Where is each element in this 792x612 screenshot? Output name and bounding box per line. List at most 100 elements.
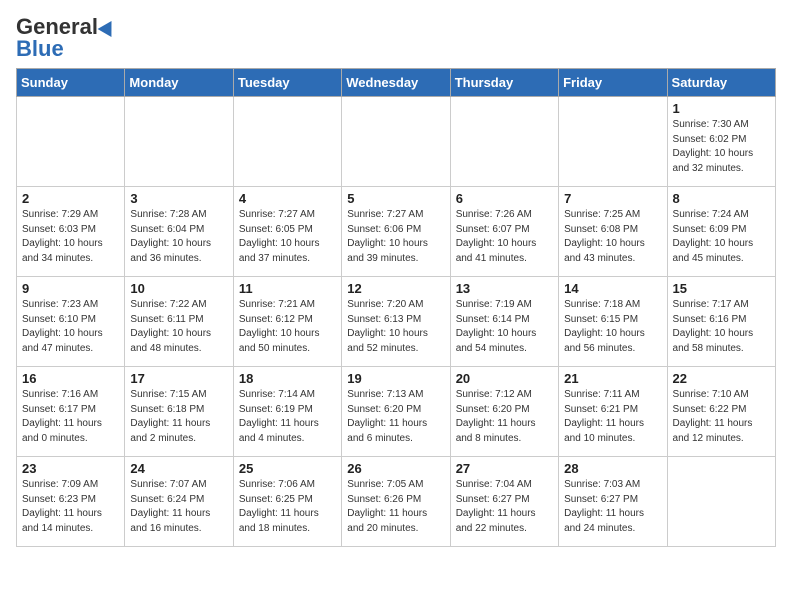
- column-header-tuesday: Tuesday: [233, 69, 341, 97]
- calendar-cell: 17 Sunrise: 7:15 AM Sunset: 6:18 PM Dayli…: [125, 367, 233, 457]
- day-info: Sunrise: 7:04 AM Sunset: 6:27 PM Dayligh…: [456, 478, 553, 536]
- day-info: Sunrise: 7:19 AM Sunset: 6:14 PM Dayligh…: [456, 298, 553, 356]
- calendar-cell: 1 Sunrise: 7:30 AM Sunset: 6:02 PM Daylig…: [667, 97, 775, 187]
- calendar-table: SundayMondayTuesdayWednesdayThursdayFrid…: [16, 68, 776, 547]
- calendar-cell: [125, 97, 233, 187]
- day-info: Sunrise: 7:23 AM Sunset: 6:10 PM Dayligh…: [22, 298, 119, 356]
- column-header-saturday: Saturday: [667, 69, 775, 97]
- day-number: 14: [564, 281, 661, 296]
- day-number: 11: [239, 281, 336, 296]
- day-number: 9: [22, 281, 119, 296]
- calendar-week-row: 16 Sunrise: 7:16 AM Sunset: 6:17 PM Dayli…: [17, 367, 776, 457]
- calendar-cell: 5 Sunrise: 7:27 AM Sunset: 6:06 PM Daylig…: [342, 187, 450, 277]
- calendar-week-row: 1 Sunrise: 7:30 AM Sunset: 6:02 PM Daylig…: [17, 97, 776, 187]
- column-header-friday: Friday: [559, 69, 667, 97]
- logo-blue: Blue: [16, 38, 64, 60]
- calendar-cell: 24 Sunrise: 7:07 AM Sunset: 6:24 PM Dayli…: [125, 457, 233, 547]
- day-number: 6: [456, 191, 553, 206]
- day-number: 25: [239, 461, 336, 476]
- calendar-cell: 3 Sunrise: 7:28 AM Sunset: 6:04 PM Daylig…: [125, 187, 233, 277]
- calendar-cell: 19 Sunrise: 7:13 AM Sunset: 6:20 PM Dayli…: [342, 367, 450, 457]
- day-number: 10: [130, 281, 227, 296]
- calendar-cell: 2 Sunrise: 7:29 AM Sunset: 6:03 PM Daylig…: [17, 187, 125, 277]
- day-info: Sunrise: 7:06 AM Sunset: 6:25 PM Dayligh…: [239, 478, 336, 536]
- day-info: Sunrise: 7:27 AM Sunset: 6:05 PM Dayligh…: [239, 208, 336, 266]
- day-number: 16: [22, 371, 119, 386]
- calendar-cell: 14 Sunrise: 7:18 AM Sunset: 6:15 PM Dayli…: [559, 277, 667, 367]
- day-number: 17: [130, 371, 227, 386]
- calendar-cell: [667, 457, 775, 547]
- calendar-cell: [450, 97, 558, 187]
- day-info: Sunrise: 7:25 AM Sunset: 6:08 PM Dayligh…: [564, 208, 661, 266]
- day-info: Sunrise: 7:26 AM Sunset: 6:07 PM Dayligh…: [456, 208, 553, 266]
- calendar-week-row: 2 Sunrise: 7:29 AM Sunset: 6:03 PM Daylig…: [17, 187, 776, 277]
- day-info: Sunrise: 7:30 AM Sunset: 6:02 PM Dayligh…: [673, 118, 770, 176]
- calendar-cell: 13 Sunrise: 7:19 AM Sunset: 6:14 PM Dayli…: [450, 277, 558, 367]
- column-header-thursday: Thursday: [450, 69, 558, 97]
- calendar-cell: 11 Sunrise: 7:21 AM Sunset: 6:12 PM Dayli…: [233, 277, 341, 367]
- calendar-cell: 16 Sunrise: 7:16 AM Sunset: 6:17 PM Dayli…: [17, 367, 125, 457]
- calendar-cell: 4 Sunrise: 7:27 AM Sunset: 6:05 PM Daylig…: [233, 187, 341, 277]
- calendar-cell: 9 Sunrise: 7:23 AM Sunset: 6:10 PM Daylig…: [17, 277, 125, 367]
- calendar-cell: [559, 97, 667, 187]
- day-info: Sunrise: 7:20 AM Sunset: 6:13 PM Dayligh…: [347, 298, 444, 356]
- day-number: 26: [347, 461, 444, 476]
- day-number: 3: [130, 191, 227, 206]
- day-number: 2: [22, 191, 119, 206]
- day-info: Sunrise: 7:10 AM Sunset: 6:22 PM Dayligh…: [673, 388, 770, 446]
- calendar-cell: 12 Sunrise: 7:20 AM Sunset: 6:13 PM Dayli…: [342, 277, 450, 367]
- calendar-cell: 18Sunrise: 7:14 AM Sunset: 6:19 PM Dayli…: [233, 367, 341, 457]
- calendar-cell: 10 Sunrise: 7:22 AM Sunset: 6:11 PM Dayli…: [125, 277, 233, 367]
- day-number: 22: [673, 371, 770, 386]
- day-number: 20: [456, 371, 553, 386]
- day-info: Sunrise: 7:15 AM Sunset: 6:18 PM Dayligh…: [130, 388, 227, 446]
- day-number: 1: [673, 101, 770, 116]
- calendar-cell: 23 Sunrise: 7:09 AM Sunset: 6:23 PM Dayli…: [17, 457, 125, 547]
- calendar-cell: 20 Sunrise: 7:12 AM Sunset: 6:20 PM Dayli…: [450, 367, 558, 457]
- day-number: 19: [347, 371, 444, 386]
- calendar-cell: 26 Sunrise: 7:05 AM Sunset: 6:26 PM Dayli…: [342, 457, 450, 547]
- page-header: General Blue: [16, 16, 776, 60]
- day-number: 5: [347, 191, 444, 206]
- day-number: 28: [564, 461, 661, 476]
- day-info: Sunrise: 7:27 AM Sunset: 6:06 PM Dayligh…: [347, 208, 444, 266]
- calendar-cell: 8 Sunrise: 7:24 AM Sunset: 6:09 PM Daylig…: [667, 187, 775, 277]
- calendar-cell: 28 Sunrise: 7:03 AM Sunset: 6:27 PM Dayli…: [559, 457, 667, 547]
- day-number: 12: [347, 281, 444, 296]
- calendar-cell: [17, 97, 125, 187]
- day-info: Sunrise: 7:22 AM Sunset: 6:11 PM Dayligh…: [130, 298, 227, 356]
- day-info: Sunrise: 7:09 AM Sunset: 6:23 PM Dayligh…: [22, 478, 119, 536]
- day-number: 21: [564, 371, 661, 386]
- calendar-cell: [233, 97, 341, 187]
- day-number: 24: [130, 461, 227, 476]
- day-number: 27: [456, 461, 553, 476]
- day-info: Sunrise: 7:07 AM Sunset: 6:24 PM Dayligh…: [130, 478, 227, 536]
- day-info: Sunrise: 7:12 AM Sunset: 6:20 PM Dayligh…: [456, 388, 553, 446]
- calendar-cell: 7 Sunrise: 7:25 AM Sunset: 6:08 PM Daylig…: [559, 187, 667, 277]
- column-header-monday: Monday: [125, 69, 233, 97]
- day-info: Sunrise: 7:13 AM Sunset: 6:20 PM Dayligh…: [347, 388, 444, 446]
- column-header-wednesday: Wednesday: [342, 69, 450, 97]
- day-number: 18: [239, 371, 336, 386]
- day-number: 4: [239, 191, 336, 206]
- day-info: Sunrise: 7:24 AM Sunset: 6:09 PM Dayligh…: [673, 208, 770, 266]
- day-info: Sunrise: 7:18 AM Sunset: 6:15 PM Dayligh…: [564, 298, 661, 356]
- column-header-sunday: Sunday: [17, 69, 125, 97]
- day-info: Sunrise: 7:21 AM Sunset: 6:12 PM Dayligh…: [239, 298, 336, 356]
- logo-triangle-icon: [98, 17, 119, 37]
- day-number: 23: [22, 461, 119, 476]
- day-number: 7: [564, 191, 661, 206]
- calendar-cell: 6 Sunrise: 7:26 AM Sunset: 6:07 PM Daylig…: [450, 187, 558, 277]
- day-info: Sunrise: 7:16 AM Sunset: 6:17 PM Dayligh…: [22, 388, 119, 446]
- day-number: 13: [456, 281, 553, 296]
- calendar-cell: 25 Sunrise: 7:06 AM Sunset: 6:25 PM Dayli…: [233, 457, 341, 547]
- calendar-cell: 21Sunrise: 7:11 AM Sunset: 6:21 PM Dayli…: [559, 367, 667, 457]
- logo-general: General: [16, 16, 98, 38]
- calendar-week-row: 23 Sunrise: 7:09 AM Sunset: 6:23 PM Dayli…: [17, 457, 776, 547]
- day-number: 8: [673, 191, 770, 206]
- day-info: Sunrise: 7:28 AM Sunset: 6:04 PM Dayligh…: [130, 208, 227, 266]
- day-info: Sunrise: 7:03 AM Sunset: 6:27 PM Dayligh…: [564, 478, 661, 536]
- calendar-header-row: SundayMondayTuesdayWednesdayThursdayFrid…: [17, 69, 776, 97]
- day-info: Sunrise: 7:29 AM Sunset: 6:03 PM Dayligh…: [22, 208, 119, 266]
- day-info: Sunrise: 7:05 AM Sunset: 6:26 PM Dayligh…: [347, 478, 444, 536]
